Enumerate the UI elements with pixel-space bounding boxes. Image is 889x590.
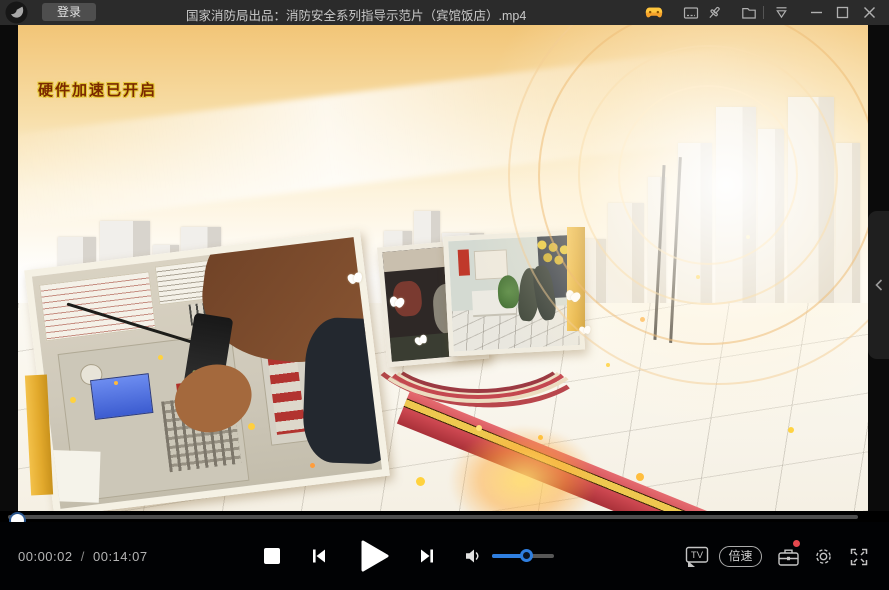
video-area: 硬件加速已开启 xyxy=(0,25,889,511)
sparkle xyxy=(476,425,482,431)
speed-button[interactable]: 倍速 xyxy=(719,546,762,567)
time-display: 00:00:02 / 00:14:07 xyxy=(18,549,148,564)
sparkle xyxy=(696,275,700,279)
sparkle xyxy=(606,363,610,367)
volume-thumb[interactable] xyxy=(520,549,533,562)
photo-card-station xyxy=(443,230,585,357)
sparkle xyxy=(158,355,163,360)
fullscreen-button[interactable] xyxy=(849,547,869,567)
titlebar-divider xyxy=(763,6,764,19)
minimize-icon[interactable] xyxy=(807,4,825,21)
sparkle xyxy=(788,427,794,433)
gamepad-icon[interactable] xyxy=(645,4,663,21)
player-window: 登录 国家消防局出品：消防安全系列指导示范片（宾馆饭店）.mp4 xyxy=(0,0,889,590)
sparkle xyxy=(746,235,750,239)
app-logo-icon[interactable] xyxy=(5,1,28,24)
play-button[interactable] xyxy=(360,540,390,572)
sparkle xyxy=(248,423,255,430)
duration: 00:14:07 xyxy=(93,549,148,564)
progress-row xyxy=(0,511,889,522)
folder-icon[interactable] xyxy=(740,4,758,21)
sparkle xyxy=(538,435,543,440)
svg-text:TV: TV xyxy=(691,550,704,561)
photo-card-control-room xyxy=(24,229,390,511)
tv-cast-icon: TV xyxy=(685,546,709,568)
previous-icon xyxy=(310,547,328,565)
maximize-icon[interactable] xyxy=(833,4,851,21)
yellow-pillar xyxy=(567,227,585,331)
sparkle xyxy=(636,473,644,481)
login-button[interactable]: 登录 xyxy=(42,3,96,21)
close-icon[interactable] xyxy=(860,4,878,21)
osd-message: 硬件加速已开启 xyxy=(38,79,157,100)
volume-icon xyxy=(464,547,484,565)
settings-icon xyxy=(813,546,834,567)
tv-cast-button[interactable]: TV xyxy=(685,546,709,568)
toolbox-button[interactable] xyxy=(777,547,800,567)
time-separator: / xyxy=(81,549,85,564)
sparkle xyxy=(310,463,315,468)
toolbox-icon xyxy=(777,547,800,567)
collapse-chevron-icon xyxy=(872,276,886,294)
notification-badge xyxy=(793,540,800,547)
butterfly xyxy=(389,296,405,308)
play-icon xyxy=(360,540,390,572)
video-surface[interactable]: 硬件加速已开启 xyxy=(18,25,868,511)
mini-player-icon[interactable] xyxy=(682,4,700,21)
titlebar: 登录 国家消防局出品：消防安全系列指导示范片（宾馆饭店）.mp4 xyxy=(0,0,889,25)
sparkle xyxy=(114,381,118,385)
pin-icon[interactable] xyxy=(705,4,723,21)
previous-button[interactable] xyxy=(310,547,328,565)
menu-icon[interactable] xyxy=(772,4,790,21)
progress-bar[interactable] xyxy=(8,515,858,519)
control-bar: 00:00:02 / 00:14:07 xyxy=(0,522,889,590)
playlist-toggle[interactable] xyxy=(868,211,889,359)
current-time: 00:00:02 xyxy=(18,549,73,564)
butterfly xyxy=(579,325,591,334)
window-title: 国家消防局出品：消防安全系列指导示范片（宾馆饭店）.mp4 xyxy=(186,5,526,24)
fullscreen-icon xyxy=(849,547,869,567)
settings-button[interactable] xyxy=(813,546,834,567)
sparkle xyxy=(70,397,76,403)
sparkle xyxy=(640,317,645,322)
sparkle xyxy=(416,477,425,486)
stop-button[interactable] xyxy=(264,548,280,564)
next-button[interactable] xyxy=(418,547,436,565)
volume-button[interactable] xyxy=(464,547,484,565)
stop-icon xyxy=(264,548,280,564)
volume-slider[interactable] xyxy=(492,554,554,558)
next-icon xyxy=(418,547,436,565)
